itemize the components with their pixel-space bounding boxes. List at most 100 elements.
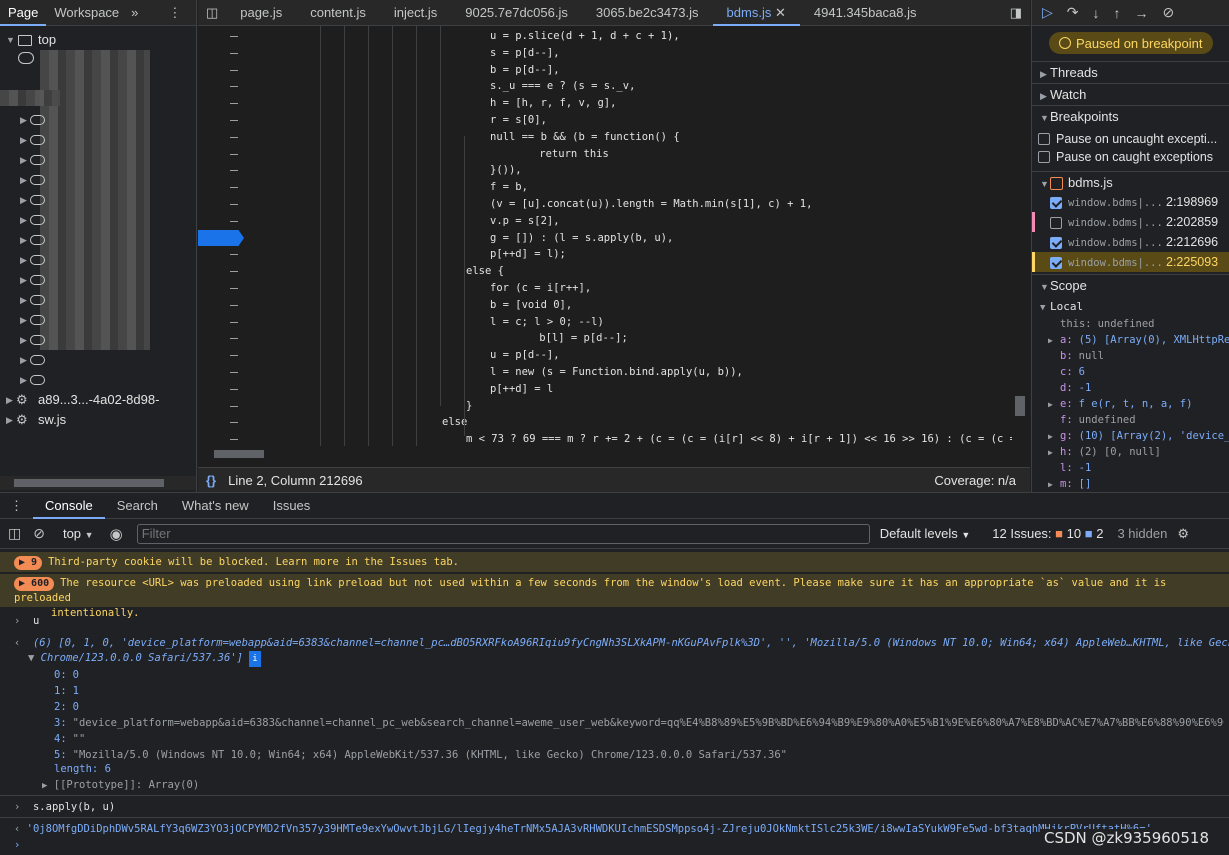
scope-variable[interactable]: c: 6 xyxy=(1032,364,1229,380)
log-levels-dropdown[interactable]: Default levels ▼ xyxy=(880,526,971,541)
breakpoint-checkbox[interactable] xyxy=(1050,257,1062,270)
console-filter-input[interactable] xyxy=(136,523,870,544)
tree-item-top[interactable]: ▼ top xyxy=(0,30,196,50)
scope-variable[interactable]: this: undefined xyxy=(1032,316,1229,332)
issues-counter[interactable]: 12 Issues: ■ 10 ■ 2 xyxy=(992,526,1103,541)
code-line[interactable]: null == b && (b = function() { xyxy=(490,129,680,146)
code-line[interactable]: for (c = i[r++], xyxy=(490,280,591,297)
resume-icon[interactable]: ▷ xyxy=(1042,4,1053,21)
scope-variable[interactable]: d: -1 xyxy=(1032,380,1229,396)
breakpoint-item[interactable]: window.bdms|... 2:202859 xyxy=(1032,212,1229,232)
code-line[interactable]: f = b, xyxy=(490,179,528,196)
tab-page[interactable]: Page xyxy=(0,0,47,26)
tree-item-origin[interactable]: ▶ xyxy=(0,310,196,330)
step-into-icon[interactable]: ↓ xyxy=(1093,5,1100,21)
pause-uncaught-option[interactable]: Pause on uncaught excepti... xyxy=(1038,130,1217,148)
horizontal-scrollbar[interactable] xyxy=(0,476,196,490)
context-selector[interactable]: top ▼ xyxy=(63,526,94,541)
toggle-navigator-icon[interactable]: ◫ xyxy=(198,0,226,26)
code-line[interactable]: h = [h, r, f, v, g], xyxy=(490,95,616,112)
tab-bdms-js[interactable]: bdms.js ✕ xyxy=(712,0,800,26)
code-line[interactable]: }()), xyxy=(490,162,522,179)
breakpoint-item[interactable]: window.bdms|... 2:212696 xyxy=(1032,232,1229,252)
tab-search[interactable]: Search xyxy=(105,493,170,519)
clear-console-icon[interactable]: ⊘ xyxy=(33,525,45,542)
section-scope[interactable]: ▼Scope xyxy=(1032,274,1229,296)
tab-3065-js[interactable]: 3065.be2c3473.js xyxy=(582,0,713,26)
scope-variable[interactable]: ▶ e: f e(r, t, n, a, f) xyxy=(1032,396,1229,412)
section-watch[interactable]: ▶ Watch xyxy=(1032,83,1229,105)
breakpoint-checkbox[interactable] xyxy=(1050,237,1062,250)
tree-item-origin[interactable]: ▶ xyxy=(0,370,196,390)
code-line[interactable]: p[++d] = l); xyxy=(490,246,566,263)
tab-4941-js[interactable]: 4941.345baca8.js xyxy=(800,0,931,26)
breakpoint-item[interactable]: window.bdms|... 2:198969 xyxy=(1032,192,1229,212)
scope-variable[interactable]: l: -1 xyxy=(1032,460,1229,476)
breakpoint-checkbox[interactable] xyxy=(1050,197,1062,210)
console-result-summary[interactable]: ‹ (6) [0, 1, 0, 'device_platform=webapp&… xyxy=(14,635,1229,651)
toggle-debugger-icon[interactable]: ◨ xyxy=(1002,0,1030,26)
checkbox[interactable] xyxy=(1038,133,1050,145)
section-breakpoints[interactable]: ▼Breakpoints xyxy=(1032,105,1229,127)
breakpoint-checkbox[interactable] xyxy=(1050,217,1062,230)
scope-local[interactable]: ▼ Local xyxy=(1032,299,1229,315)
drawer-menu-icon[interactable]: ⋮ xyxy=(0,493,33,519)
checkbox[interactable] xyxy=(1038,151,1050,163)
tree-item-origin[interactable]: ▶ xyxy=(0,290,196,310)
close-icon[interactable]: ✕ xyxy=(775,5,786,20)
scope-variable[interactable]: ▶ g: (10) [Array(2), 'device_ xyxy=(1032,428,1229,444)
tab-workspace[interactable]: Workspace xyxy=(46,0,127,26)
scrollbar-thumb[interactable] xyxy=(1015,396,1025,416)
code-line[interactable]: else { xyxy=(466,263,504,280)
section-threads[interactable]: ▶ Threads xyxy=(1032,61,1229,83)
scrollbar-thumb[interactable] xyxy=(214,450,264,458)
code-line[interactable]: v.p = s[2], xyxy=(490,213,560,230)
breakpoint-item[interactable]: window.bdms|... 2:225093 xyxy=(1032,252,1229,272)
tree-item-sw-js[interactable]: ▶ ⚙ sw.js xyxy=(0,410,196,430)
tab-page-js[interactable]: page.js xyxy=(226,0,296,26)
array-prototype[interactable]: ▶ [[Prototype]]: Array(0) xyxy=(42,777,1229,794)
tree-item-origin[interactable]: ▶ xyxy=(0,110,196,130)
horizontal-scrollbar[interactable] xyxy=(198,446,1012,462)
scope-variable[interactable]: ▶ m: [] xyxy=(1032,476,1229,492)
step-over-icon[interactable]: ↷ xyxy=(1067,4,1079,21)
code-line[interactable]: b = [void 0], xyxy=(490,297,572,314)
tree-item-origin[interactable]: ▶ xyxy=(0,130,196,150)
tree-item-origin[interactable]: ▶ xyxy=(0,330,196,350)
breakpoint-file[interactable]: ▼ bdms.js xyxy=(1032,171,1229,193)
tab-issues[interactable]: Issues xyxy=(261,493,323,519)
step-icon[interactable]: → xyxy=(1135,5,1149,21)
more-options-icon[interactable]: ⋮ xyxy=(160,0,189,26)
scope-variable[interactable]: ▶ h: (2) [0, null] xyxy=(1032,444,1229,460)
tree-item-service-worker[interactable]: ▶ ⚙ a89...3...-4a02-8d98- xyxy=(0,390,196,410)
code-line[interactable]: g = []) : (l = s.apply(b, u), xyxy=(490,230,673,247)
code-line[interactable]: s = p[d--], xyxy=(490,45,560,62)
code-line[interactable]: l = new (s = Function.bind.apply(u, b)), xyxy=(490,364,743,381)
more-tabs-icon[interactable]: » xyxy=(127,0,142,26)
code-line[interactable]: p[++d] = l xyxy=(490,381,553,398)
tree-item-origin[interactable]: ▶ xyxy=(0,190,196,210)
sidebar-toggle-icon[interactable]: ◫ xyxy=(8,525,21,542)
tab-console[interactable]: Console xyxy=(33,493,105,519)
info-badge-icon[interactable]: i xyxy=(249,651,261,667)
deactivate-breakpoints-icon[interactable]: ⊘ xyxy=(1163,4,1175,21)
tree-item-origin[interactable]: ▶ xyxy=(0,230,196,250)
console-result-summary-continued[interactable]: ▼ Chrome/123.0.0.0 Safari/537.36'] i xyxy=(28,650,1229,667)
tree-item-origin[interactable]: ▶ xyxy=(0,270,196,290)
code-line[interactable]: (v = [u].concat(u)).length = Math.min(s[… xyxy=(490,196,812,213)
tab-inject-js[interactable]: inject.js xyxy=(380,0,451,26)
tab-whats-new[interactable]: What's new xyxy=(170,493,261,519)
code-line[interactable]: b[l] = p[d--]; xyxy=(514,330,628,347)
code-line[interactable]: r = s[0], xyxy=(490,112,547,129)
code-line[interactable]: b = p[d--], xyxy=(490,62,560,79)
settings-gear-icon[interactable]: ⚙ xyxy=(1177,526,1189,542)
scope-variable[interactable]: b: null xyxy=(1032,348,1229,364)
vertical-scrollbar[interactable] xyxy=(1012,26,1028,446)
scope-variable[interactable]: f: undefined xyxy=(1032,412,1229,428)
code-line[interactable]: s._u === e ? (s = s._v, xyxy=(490,78,635,95)
tab-content-js[interactable]: content.js xyxy=(296,0,380,26)
pause-caught-option[interactable]: Pause on caught exceptions xyxy=(1038,148,1213,166)
pretty-print-icon[interactable]: {} xyxy=(206,473,216,488)
code-line[interactable]: u = p[d--], xyxy=(490,347,560,364)
code-content[interactable]: u = p.slice(d + 1, d + c + 1), s = p[d--]… xyxy=(260,26,1012,446)
